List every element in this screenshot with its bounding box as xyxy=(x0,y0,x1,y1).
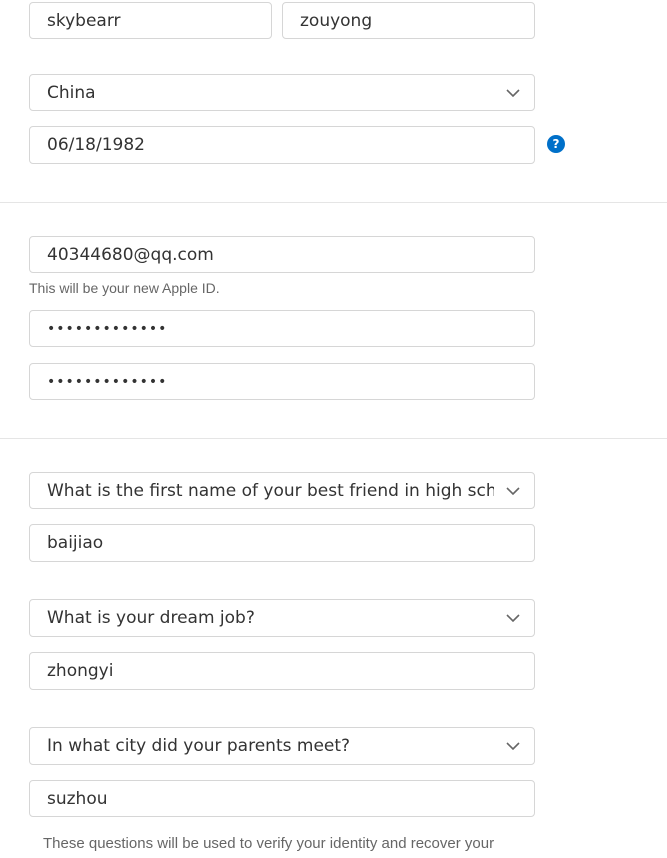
security-answer-2-value: zhongyi xyxy=(47,661,114,681)
help-icon[interactable]: ? xyxy=(547,135,565,153)
email-hint: This will be your new Apple ID. xyxy=(29,280,220,296)
email-value: 40344680@qq.com xyxy=(47,244,214,265)
confirm-password-input[interactable]: ••••••••••••• xyxy=(29,363,535,400)
chevron-down-icon xyxy=(506,88,520,97)
section-divider xyxy=(0,202,667,203)
birthday-value: 06/18/1982 xyxy=(47,135,145,155)
password-mask: ••••••••••••• xyxy=(47,320,168,337)
security-question-3-select[interactable]: In what city did your parents meet? xyxy=(29,727,535,765)
security-question-3-value: In what city did your parents meet? xyxy=(47,736,351,756)
security-answer-2-input[interactable]: zhongyi xyxy=(29,652,535,690)
first-name-value: skybearr xyxy=(47,10,121,31)
email-input[interactable]: 40344680@qq.com xyxy=(29,236,535,273)
security-question-1-select[interactable]: What is the first name of your best frie… xyxy=(29,472,535,509)
security-answer-3-value: suzhou xyxy=(47,788,108,809)
first-name-input[interactable]: skybearr xyxy=(29,2,272,39)
security-footer-note: These questions will be used to verify y… xyxy=(43,835,495,852)
security-answer-1-input[interactable]: baijiao xyxy=(29,524,535,562)
birthday-input[interactable]: 06/18/1982 xyxy=(29,126,535,164)
country-select[interactable]: China xyxy=(29,74,535,111)
security-question-2-select[interactable]: What is your dream job? xyxy=(29,599,535,637)
country-value: China xyxy=(47,82,96,103)
confirm-password-mask: ••••••••••••• xyxy=(47,373,168,390)
chevron-down-icon xyxy=(506,486,520,495)
chevron-down-icon xyxy=(506,614,520,622)
chevron-down-icon xyxy=(506,742,520,750)
section-divider xyxy=(0,438,667,439)
password-input[interactable]: ••••••••••••• xyxy=(29,310,535,347)
last-name-value: zouyong xyxy=(300,10,373,31)
security-question-2-value: What is your dream job? xyxy=(47,608,255,628)
security-answer-3-input[interactable]: suzhou xyxy=(29,780,535,817)
security-question-1-value: What is the first name of your best frie… xyxy=(47,480,494,501)
last-name-input[interactable]: zouyong xyxy=(282,2,535,39)
security-answer-1-value: baijiao xyxy=(47,533,104,553)
